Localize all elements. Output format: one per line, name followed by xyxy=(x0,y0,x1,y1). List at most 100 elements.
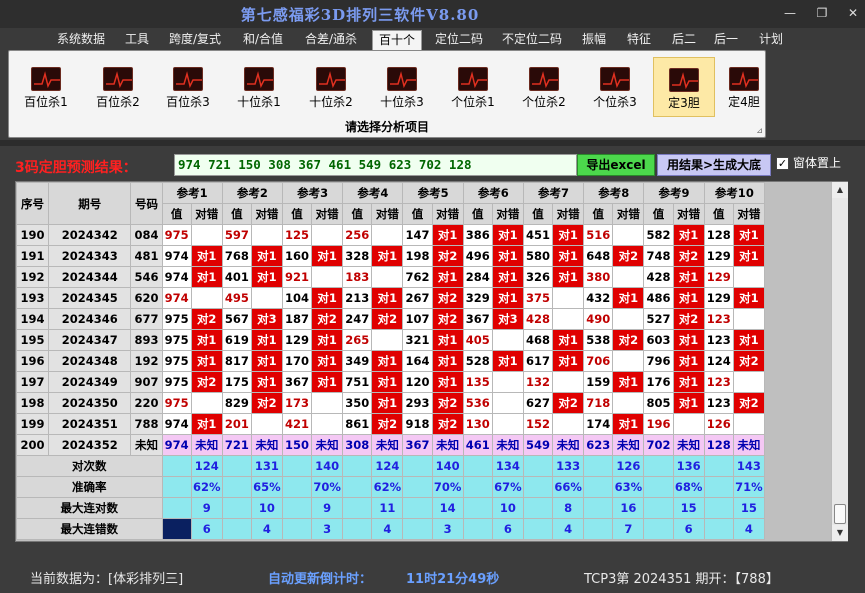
menu-item[interactable]: 百十个 xyxy=(372,30,422,50)
stat-spacer xyxy=(281,476,313,498)
cell-result: 对1 xyxy=(491,287,524,309)
cell-value: 129 xyxy=(281,329,313,351)
menu-item[interactable]: 跨度/复式 xyxy=(167,30,223,50)
table-row[interactable]: 190 2024342 084 975 597 125 256 147 对1 386 对1 451 对1… xyxy=(15,224,766,246)
close-icon[interactable]: ✕ xyxy=(843,6,863,20)
ribbon-tool[interactable]: 个位杀3 xyxy=(584,57,646,117)
chart-line-icon xyxy=(600,67,630,91)
table-row[interactable]: 196 2024348 192 975 对1 817 对1 170 对1 349 对1 164 对1 52… xyxy=(15,350,766,372)
cell-value: 201 xyxy=(221,413,252,435)
table-row[interactable]: 194 2024346 677 975 对2 567 对3 187 对2 247 对2 107 对2 36… xyxy=(15,308,766,330)
menu-bar: 系统数据 工具 跨度/复式 和/合值 合差/通杀 百十个 定位二码 不定位二码 振幅 特征 后二 后一… xyxy=(0,28,865,50)
cell-value: 308 xyxy=(342,434,373,456)
table-row[interactable]: 197 2024349 907 975 对2 175 对1 367 对1 751 对1 120 对1 13… xyxy=(15,371,766,393)
scroll-thumb[interactable] xyxy=(834,504,846,524)
table-row[interactable]: 193 2024345 620 974 495 104 对1 213 对1 267 对2 329 对1 3… xyxy=(15,287,766,309)
cell-value: 104 xyxy=(281,287,313,309)
table-row-pending[interactable]: 200 2024352 未知 974 未知 721 未知 150 未知 308 未知 367 未知 461… xyxy=(15,434,766,456)
ribbon-tool[interactable]: 个位杀2 xyxy=(513,57,575,117)
header-ref[interactable]: 参考3 xyxy=(281,182,344,204)
cell-result: 对1 xyxy=(672,224,705,246)
ribbon-tool[interactable]: 个位杀1 xyxy=(442,57,504,117)
ribbon-tool[interactable]: 十位杀3 xyxy=(371,57,433,117)
menu-item[interactable]: 系统数据 xyxy=(55,30,107,50)
ribbon-expand-icon[interactable]: ⊿ xyxy=(756,126,763,135)
table-row[interactable]: 191 2024343 481 974 对1 768 对1 160 对1 328 对1 198 对2 49… xyxy=(15,245,766,267)
cell-result xyxy=(552,413,585,435)
stat-value: 62% xyxy=(190,476,223,498)
table-row[interactable]: 198 2024350 220 975 829 对2 173 350 对1 293 对2 536 627… xyxy=(15,392,766,414)
header-ref[interactable]: 参考2 xyxy=(221,182,284,204)
ribbon-tool[interactable]: 定4胆 xyxy=(713,57,775,117)
cell-result: 对1 xyxy=(311,371,344,393)
cell-value: 175 xyxy=(221,371,252,393)
scroll-down-icon[interactable]: ▼ xyxy=(832,525,848,541)
cell-value: 198 xyxy=(402,245,433,267)
header-ref[interactable]: 参考5 xyxy=(402,182,464,204)
cell-result xyxy=(491,413,524,435)
cell-result: 对1 xyxy=(371,350,404,372)
header-ref[interactable]: 参考7 xyxy=(522,182,585,204)
ribbon-tool[interactable]: 十位杀1 xyxy=(228,57,290,117)
menu-item[interactable]: 后一 xyxy=(712,30,740,50)
stat-value: 62% xyxy=(371,476,404,498)
generate-base-button[interactable]: 用结果>生成大底 xyxy=(657,154,771,176)
header-ref[interactable]: 参考9 xyxy=(643,182,705,204)
header-ref[interactable]: 参考10 xyxy=(703,182,766,204)
cell-value: 619 xyxy=(221,329,252,351)
table-row[interactable]: 199 2024351 788 974 对1 201 421 861 对2 918 对2 130 152… xyxy=(15,413,766,435)
cell-value: 768 xyxy=(221,245,252,267)
cell-value: 256 xyxy=(342,224,373,246)
cell-result xyxy=(612,224,645,246)
header-seq: 序号 xyxy=(15,182,50,225)
cell-result xyxy=(491,392,524,414)
stat-value: 8 xyxy=(552,497,585,519)
stat-value: 15 xyxy=(732,497,766,519)
ribbon-tool[interactable]: 百位杀1 xyxy=(15,57,77,117)
cell-value: 147 xyxy=(402,224,433,246)
ribbon-tool[interactable]: 定3胆 xyxy=(653,57,715,117)
cell-result xyxy=(371,329,404,351)
cell-value: 974 xyxy=(161,245,192,267)
export-excel-button[interactable]: 导出excel xyxy=(577,154,655,176)
ribbon-tool[interactable]: 百位杀2 xyxy=(87,57,149,117)
stat-value: 133 xyxy=(552,455,585,477)
menu-item[interactable]: 不定位二码 xyxy=(500,30,564,50)
vertical-scrollbar[interactable]: ▲ ▼ xyxy=(831,182,848,541)
menu-item[interactable]: 合差/通杀 xyxy=(303,30,359,50)
header-ref[interactable]: 参考8 xyxy=(583,182,645,204)
cell-result: 对1 xyxy=(311,245,344,267)
cell-value: 267 xyxy=(402,287,433,309)
cell-number: 788 xyxy=(130,413,163,435)
maximize-icon[interactable]: ❐ xyxy=(812,6,832,20)
menu-item[interactable]: 振幅 xyxy=(580,30,608,50)
stat-value: 4 xyxy=(552,518,585,540)
chart-line-icon xyxy=(458,67,488,91)
stat-spacer xyxy=(703,476,734,498)
menu-item[interactable]: 工具 xyxy=(123,30,151,50)
topmost-checkbox[interactable]: ✓ xyxy=(776,157,789,170)
cell-result xyxy=(732,371,766,393)
ribbon-tool[interactable]: 百位杀3 xyxy=(157,57,219,117)
menu-item[interactable]: 后二 xyxy=(670,30,698,50)
cell-value: 627 xyxy=(522,392,554,414)
table-row[interactable]: 195 2024347 893 975 对1 619 对1 129 对1 265 321 对1 405 4… xyxy=(15,329,766,351)
header-ref[interactable]: 参考1 xyxy=(161,182,223,204)
menu-item[interactable]: 定位二码 xyxy=(433,30,485,50)
header-ref[interactable]: 参考4 xyxy=(342,182,404,204)
table-row[interactable]: 192 2024344 546 974 对1 401 对1 921 183 762 对1 284 对1 3… xyxy=(15,266,766,288)
menu-item[interactable]: 和/合值 xyxy=(241,30,285,50)
cell-value: 432 xyxy=(583,287,614,309)
menu-item[interactable]: 计划 xyxy=(757,30,785,50)
cell-value: 461 xyxy=(462,434,493,456)
cell-result: 对1 xyxy=(431,350,464,372)
cell-result xyxy=(612,308,645,330)
prediction-result-field[interactable]: 974 721 150 308 367 461 549 623 702 128 xyxy=(174,154,577,176)
menu-item[interactable]: 特征 xyxy=(625,30,653,50)
cell-result: 对1 xyxy=(431,266,464,288)
minimize-icon[interactable]: — xyxy=(780,6,800,20)
ribbon-tool[interactable]: 十位杀2 xyxy=(300,57,362,117)
stat-spacer xyxy=(342,476,373,498)
scroll-up-icon[interactable]: ▲ xyxy=(832,182,848,198)
header-ref[interactable]: 参考6 xyxy=(462,182,524,204)
